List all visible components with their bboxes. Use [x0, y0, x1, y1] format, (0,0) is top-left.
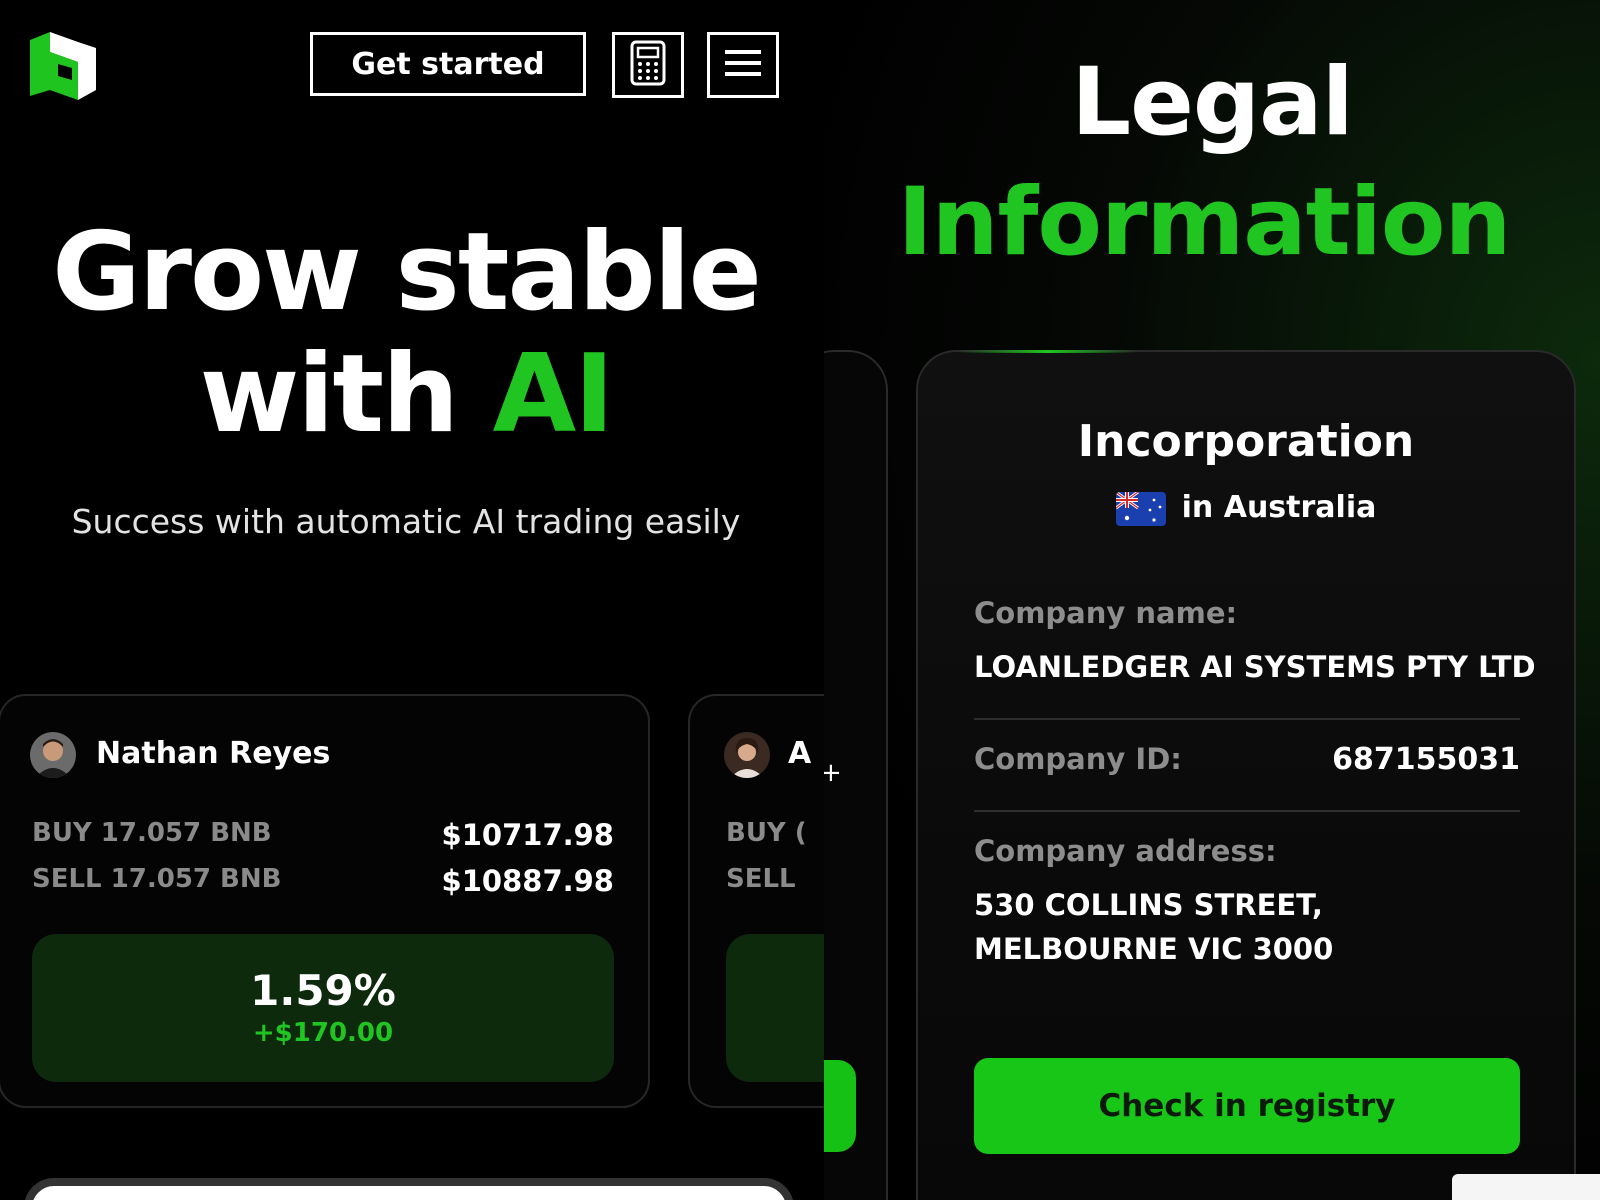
brand-logo-icon[interactable] [28, 32, 98, 100]
sell-label: SELL 17.057 BNB [32, 864, 282, 894]
previous-card-text: + [824, 758, 842, 788]
hero-title-prefix: with [199, 332, 493, 457]
card-glow [958, 350, 1138, 353]
divider [974, 718, 1520, 720]
sell-label: SELL [726, 864, 796, 894]
left-screen: Get started Grow stable with AI Success … [0, 0, 824, 1200]
calculator-button[interactable] [612, 32, 684, 98]
hero-title-accent: AI [492, 332, 615, 457]
information-heading: Information [897, 168, 1512, 277]
sell-price: $10887.98 [441, 864, 614, 898]
australia-flag-icon [1115, 491, 1166, 526]
profit-box: 1.59% +$170.00 [32, 934, 614, 1082]
company-name-value: LOANLEDGER AI SYSTEMS PTY LTD [974, 650, 1536, 684]
company-id-value: 687155031 [1332, 742, 1520, 777]
recaptcha-badge[interactable] [1452, 1174, 1600, 1200]
country-text: in Australia [1181, 490, 1377, 525]
menu-button[interactable] [707, 32, 779, 98]
company-address-line2: MELBOURNE VIC 3000 [974, 932, 1334, 966]
divider [974, 810, 1520, 812]
trade-card[interactable]: Nathan Reyes BUY 17.057 BNB $10717.98 SE… [0, 694, 650, 1108]
incorporation-country: in Australia [918, 490, 1574, 526]
bottom-bar[interactable] [24, 1178, 794, 1200]
profit-amount: +$170.00 [252, 1018, 394, 1048]
company-id-label: Company ID: [974, 742, 1182, 776]
trader-name: Nathan Reyes [96, 736, 331, 771]
hero-subtitle: Success with automatic AI trading easily [71, 502, 741, 541]
check-in-registry-button[interactable]: Check in registry [974, 1058, 1520, 1154]
company-address-line1: 530 COLLINS STREET, [974, 888, 1323, 922]
profit-percent: 1.59% [250, 966, 396, 1015]
buy-price: $10717.98 [441, 818, 614, 852]
trader-avatar [724, 732, 770, 778]
company-name-label: Company name: [974, 596, 1238, 630]
profit-box [726, 934, 824, 1082]
hero-title: Grow stable with AI [0, 212, 812, 456]
legal-heading: Legal [1071, 48, 1354, 157]
right-screen: Legal Information + Incorporation in Aus… [824, 0, 1600, 1200]
incorporation-title: Incorporation [1077, 416, 1415, 467]
previous-card-button[interactable] [824, 1060, 856, 1152]
company-address-label: Company address: [974, 834, 1277, 868]
calculator-icon [630, 40, 666, 90]
trade-card[interactable]: A BUY ( SELL [688, 694, 824, 1108]
buy-label: BUY 17.057 BNB [32, 818, 272, 848]
hero-title-line2: with AI [0, 334, 812, 456]
hero-title-line1: Grow stable [52, 210, 762, 335]
hamburger-menu-icon [723, 47, 763, 83]
incorporation-card: Incorporation in Australia Company name:… [916, 350, 1576, 1200]
trader-name: A [788, 736, 812, 771]
buy-label: BUY ( [726, 818, 807, 848]
trader-avatar [30, 732, 76, 778]
get-started-button[interactable]: Get started [310, 32, 586, 96]
